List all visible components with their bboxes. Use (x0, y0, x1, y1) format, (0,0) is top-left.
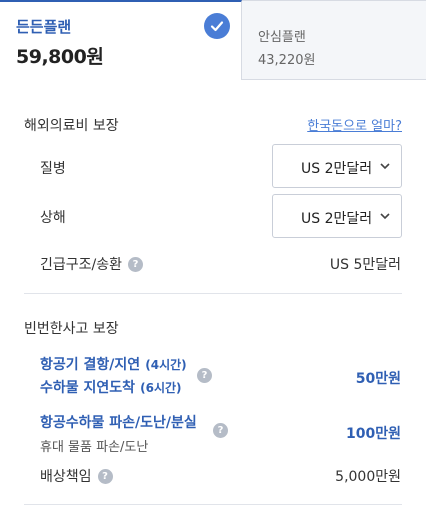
baggage-loss-label: 항공수하물 파손/도난/분실 휴대 물품 파손/도난 (40, 412, 197, 455)
plan-tab-selected[interactable]: 든든플랜 59,800원 (0, 0, 242, 80)
rescue-row: 긴급구조/송환 ? (40, 254, 143, 274)
plan-name: 든든플랜 (16, 18, 72, 36)
injury-label: 상해 (40, 210, 66, 226)
flight-cancel-text: 항공기 결항/지연 (40, 357, 141, 373)
baggage-delay-sub: (6시간) (140, 381, 182, 395)
chevron-down-icon (380, 213, 390, 220)
help-icon[interactable]: ? (128, 256, 143, 272)
injury-coverage-select[interactable]: US 2만달러 (272, 194, 402, 238)
flight-cancel-sub: (4시간) (145, 358, 187, 372)
plan-tab-other[interactable]: 안심플랜 43,220원 (242, 0, 426, 80)
help-icon[interactable]: ? (97, 468, 113, 484)
help-icon[interactable]: ? (213, 423, 228, 438)
rescue-label: 긴급구조/송환 (40, 257, 122, 273)
chevron-down-icon (380, 163, 390, 170)
baggage-delay-text: 수하물 지연도착 (40, 380, 136, 396)
section-divider (24, 293, 402, 294)
plan-price: 43,220원 (258, 53, 316, 68)
disease-label: 질병 (40, 161, 66, 177)
select-value: US 2만달러 (301, 161, 373, 177)
liability-row: 배상책임 ? (40, 466, 113, 486)
accident-section-title: 빈번한사고 보장 (24, 321, 119, 337)
baggage-loss-value: 100만원 (346, 426, 401, 442)
flight-delay-label: 항공기 결항/지연 (4시간) 수하물 지연도착 (6시간) (40, 354, 187, 397)
liability-label: 배상책임 (40, 469, 92, 485)
help-icon[interactable]: ? (197, 368, 212, 383)
section-divider (24, 504, 402, 505)
baggage-loss-text: 항공수하물 파손/도난/분실 (40, 415, 197, 431)
disease-coverage-select[interactable]: US 2만달러 (272, 144, 402, 188)
select-value: US 2만달러 (301, 211, 373, 227)
flight-delay-value: 50만원 (355, 371, 401, 387)
medical-section-title: 해외의료비 보장 (24, 118, 119, 134)
personal-items-text: 휴대 물품 파손/도난 (40, 440, 149, 455)
plan-price: 59,800원 (16, 46, 104, 68)
plan-name: 안심플랜 (258, 30, 306, 45)
rescue-value: US 5만달러 (329, 257, 401, 273)
liability-value: 5,000만원 (335, 469, 401, 485)
checkmark-icon (204, 13, 230, 39)
currency-convert-link[interactable]: 한국돈으로 얼마? (307, 115, 402, 134)
